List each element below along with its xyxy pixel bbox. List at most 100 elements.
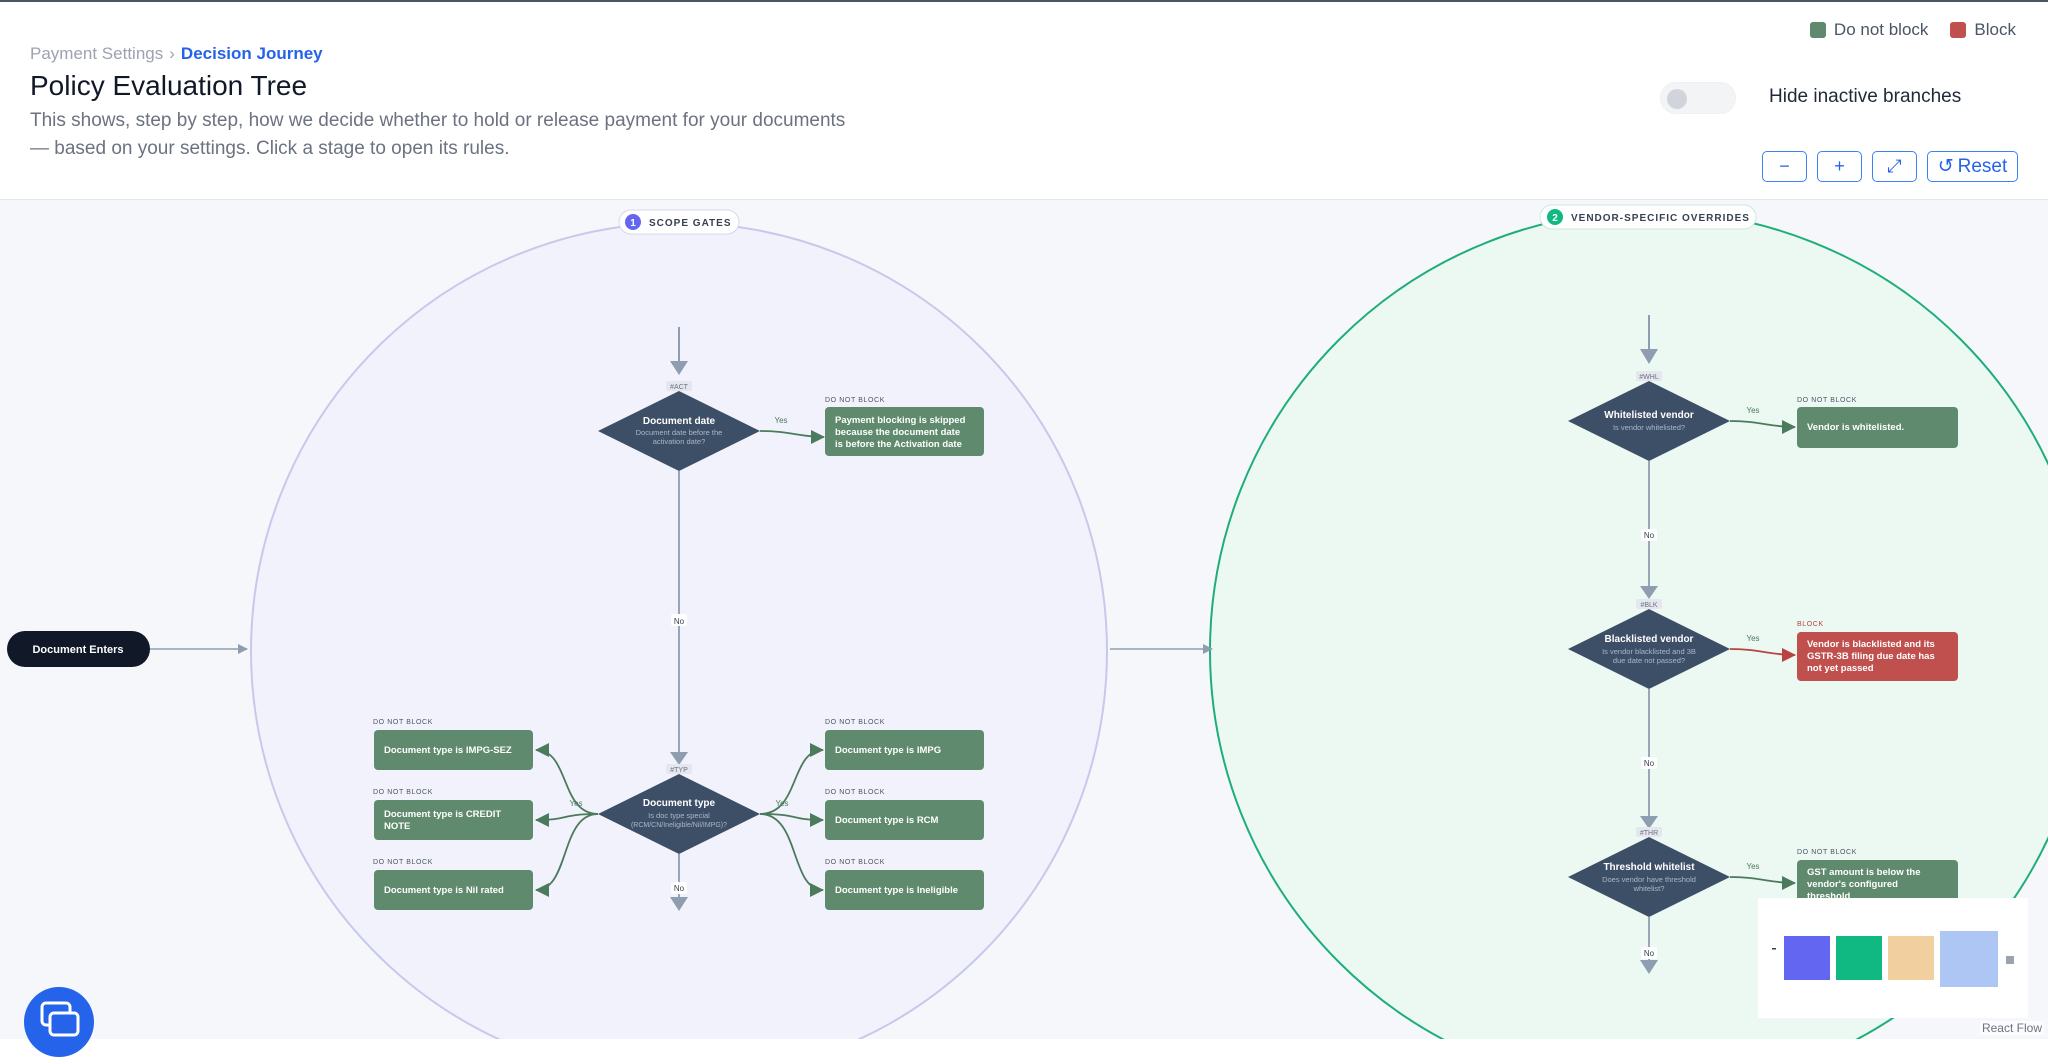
start-node[interactable]: Document Enters [7,631,150,667]
outcome-text: Vendor is blacklisted and its [1807,639,1935,650]
chat-icon [40,1001,80,1037]
minimap[interactable] [1758,898,2028,1018]
outcome-tag: DO NOT BLOCK [373,859,433,866]
outcome-text: is before the Activation date [835,439,962,450]
edge-label-yes: Yes [1746,862,1759,871]
outcome-text: vendor's configured [1807,879,1898,890]
outcome-vendor-whitelisted[interactable]: Vendor is whitelisted. [1797,407,1958,448]
outcome-impg[interactable]: Document type is IMPG [825,730,984,770]
start-label: Document Enters [32,644,123,656]
flow-canvas[interactable]: 1 SCOPE GATES 2 VENDOR-SPECIFIC OVERRIDE… [0,200,2048,1039]
decision-title: Blacklisted vendor [1605,634,1694,645]
outcome-tag: DO NOT BLOCK [825,859,885,866]
fit-view-button[interactable]: ⤢ [1872,151,1917,182]
outcome-tag: DO NOT BLOCK [825,789,885,796]
outcome-text: because the document date [835,427,960,438]
legend-swatch-red [1950,22,1967,38]
zoom-out-button[interactable]: − [1762,151,1807,182]
outcome-text: Document type is IMPG-SEZ [384,745,512,756]
outcome-act-skipped[interactable]: Payment blocking is skipped because the … [825,407,984,456]
decision-subtitle: Does vendor have threshold [1602,875,1696,884]
outcome-impg-sez[interactable]: Document type is IMPG-SEZ [374,730,533,770]
outcome-tag: DO NOT BLOCK [825,397,885,404]
typ-code: #TYP [670,767,688,774]
outcome-vendor-blacklisted[interactable]: Vendor is blacklisted and its GSTR-3B fi… [1797,632,1958,681]
minimap-node [1836,936,1882,980]
page-header: Payment Settings › Decision Journey Policy… [0,2,2048,200]
outcome-text: Document type is Ineligible [835,885,958,896]
legend: Do not block Block [1809,20,2016,40]
outcome-text: Document type is IMPG [835,745,941,756]
outcome-tag-block: BLOCK [1797,621,1824,628]
minimap-node [1888,936,1934,980]
stage-2-title: VENDOR-SPECIFIC OVERRIDES [1571,213,1750,224]
decision-subtitle: whitelist? [1633,884,1665,893]
outcome-text: Document type is RCM [835,815,939,826]
legend-label: Do not block [1833,20,1929,39]
outcome-text: GST amount is below the [1807,867,1920,878]
legend-item-block: Block [1950,20,2016,40]
reset-icon: ↺ [1937,156,1954,177]
react-flow-attribution[interactable]: React Flow [1979,1021,2044,1035]
zoom-in-button[interactable]: + [1817,151,1862,182]
edge-label-no: No [674,617,685,626]
page-description: This shows, step by step, how we decide … [30,110,846,159]
stage-1-number: 1 [630,218,636,229]
whl-code: #WHL [1639,374,1659,381]
outcome-text: NOTE [384,821,410,832]
flow-graph: 1 SCOPE GATES 2 VENDOR-SPECIFIC OVERRIDE… [7,204,2048,1039]
stage-1-pill[interactable]: 1 SCOPE GATES [618,209,740,235]
hide-inactive-toggle[interactable] [1660,82,1736,114]
edge-label-yes: Yes [774,416,787,425]
decision-title: Document type [643,798,716,809]
reset-label: Reset [1957,155,2008,177]
outcome-text: not yet passed [1807,663,1874,674]
edge-label-no: No [1644,759,1655,768]
reset-button[interactable]: ↺ Reset [1927,151,2018,182]
outcome-tag: DO NOT BLOCK [825,719,885,726]
decision-subtitle: Document date before the [636,428,723,437]
decision-subtitle: (RCM/CN/Ineligible/Nil/IMPG)? [631,822,727,829]
blk-code: #BLK [1640,602,1657,609]
edge-label-no: No [674,884,685,893]
decision-title: Whitelisted vendor [1604,410,1694,421]
breadcrumb-current: Decision Journey [180,44,323,63]
outcome-tag: DO NOT BLOCK [373,719,433,726]
outcome-text: Document type is CREDIT [384,809,501,820]
outcome-text: GSTR-3B filing due date has [1807,651,1935,662]
zoom-controls: − + ⤢ ↺ Reset [1762,151,2018,182]
breadcrumb: Payment Settings › Decision Journey [30,44,323,64]
chat-support-button[interactable] [24,987,94,1057]
decision-subtitle: Is doc type special [648,811,710,820]
hide-inactive-label: Hide inactive branches [1769,86,1962,107]
outcome-rcm[interactable]: Document type is RCM [825,800,984,840]
minimap-node [1940,931,1998,987]
act-code: #ACT [670,384,689,391]
outcome-ineligible[interactable]: Document type is Ineligible [825,870,984,910]
edge-label-no: No [1644,949,1655,958]
outcome-tag: DO NOT BLOCK [1797,849,1857,856]
outcome-text: Vendor is whitelisted. [1807,422,1904,433]
edge-label-yes: Yes [775,799,788,808]
edge-label-no: No [1644,531,1655,540]
decision-title: Threshold whitelist [1603,862,1695,873]
stage-2-pill[interactable]: 2 VENDOR-SPECIFIC OVERRIDES [1539,204,1757,230]
decision-subtitle: due date not passed? [1613,656,1685,665]
toggle-knob [1667,89,1687,109]
page-title: Policy Evaluation Tree [30,70,308,101]
outcome-credit-note[interactable]: Document type is CREDIT NOTE [374,800,533,840]
stage-2-number: 2 [1552,213,1558,224]
outcome-text: Document type is Nil rated [384,885,504,896]
breadcrumb-parent-link[interactable]: Payment Settings [30,44,163,63]
decision-title: Document date [643,416,716,427]
edge-label-yes: Yes [569,799,582,808]
decision-subtitle: Is vendor blacklisted and 3B [1602,647,1696,656]
legend-swatch-green [1809,22,1826,38]
decision-subtitle: Is vendor whitelisted? [1613,423,1685,432]
breadcrumb-separator: › [169,44,175,63]
edge-label-yes: Yes [1746,634,1759,643]
stage-1-title: SCOPE GATES [649,218,732,229]
outcome-nil-rated[interactable]: Document type is Nil rated [374,870,533,910]
outcome-tag: DO NOT BLOCK [1797,397,1857,404]
decision-subtitle: activation date? [653,437,706,446]
